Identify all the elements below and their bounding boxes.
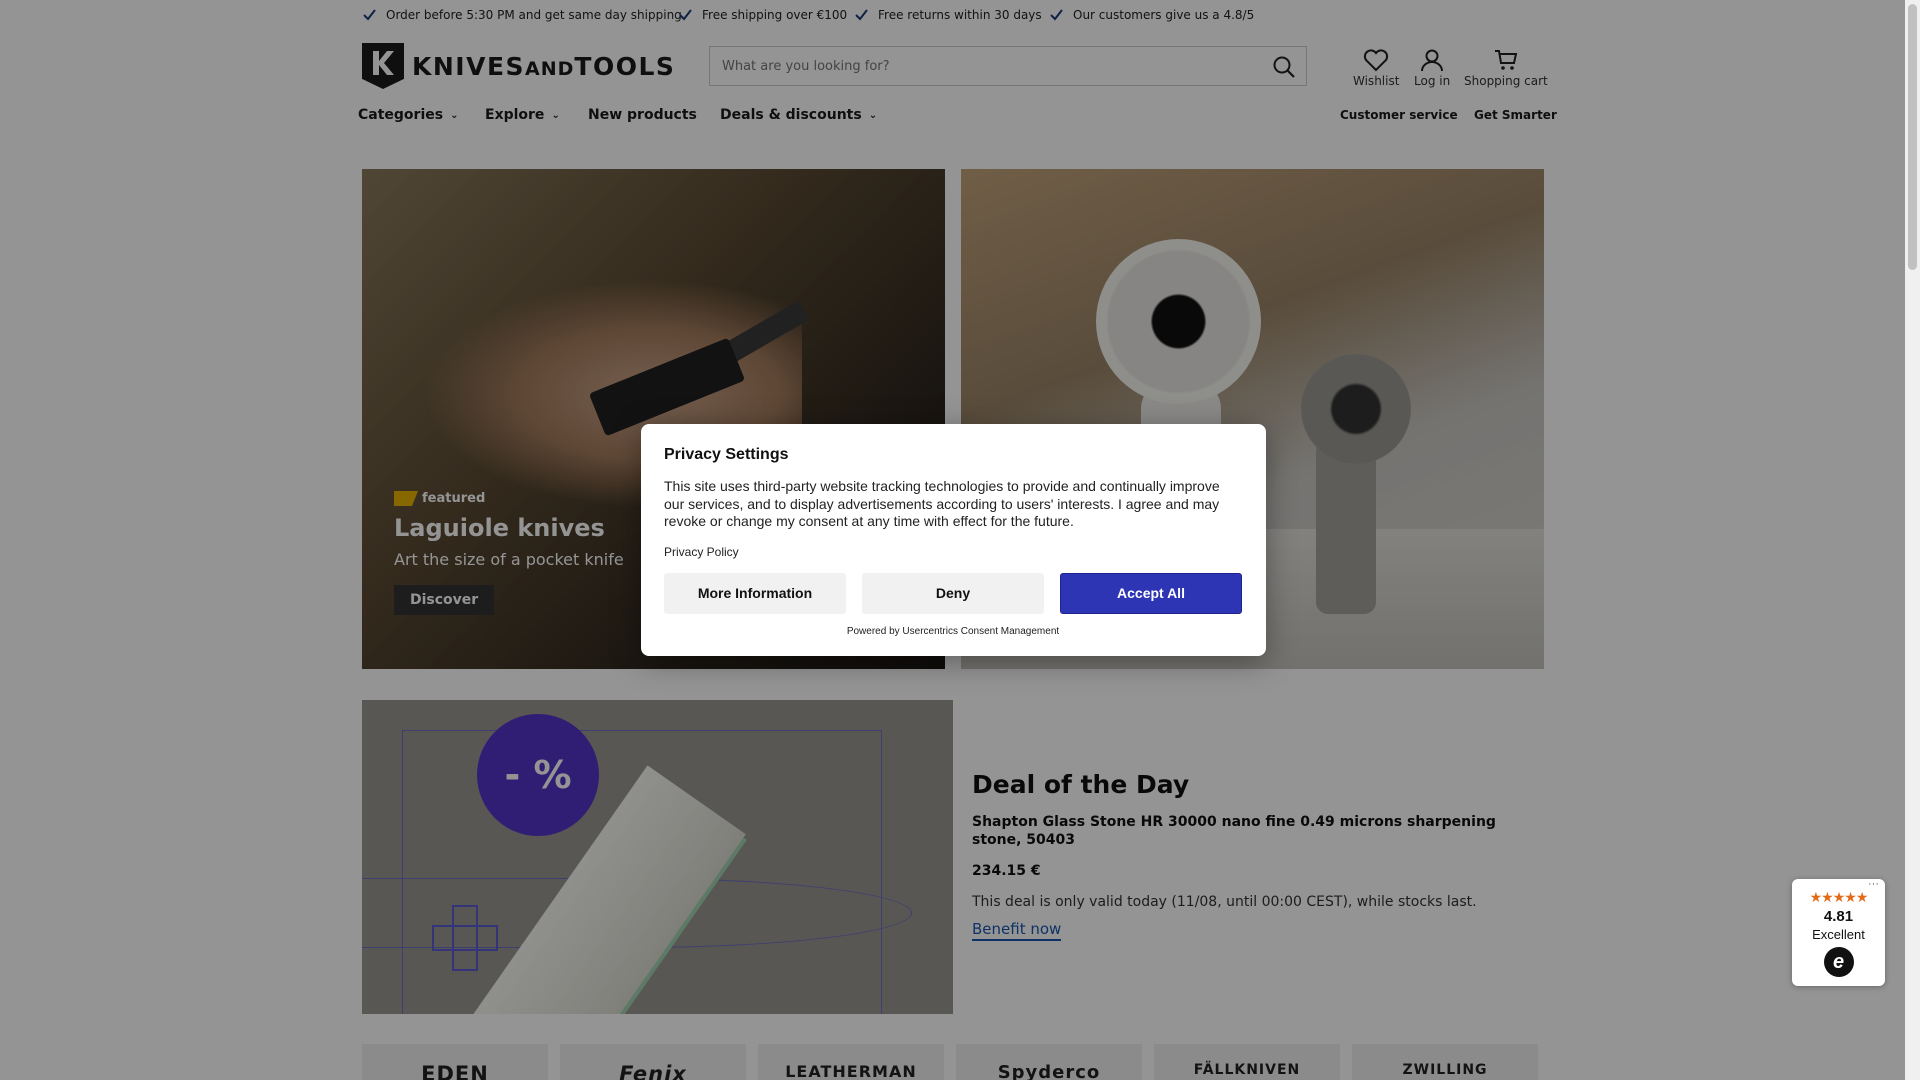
powered-by-text: Powered by Usercentrics Consent Manageme… <box>846 625 1060 637</box>
privacy-buttons: More Information Deny Accept All <box>664 572 1242 614</box>
rating-stars: ★★★★★ <box>1809 889 1869 905</box>
rating-label: Excellent <box>1812 927 1865 942</box>
accept-all-button[interactable]: Accept All <box>1060 572 1242 614</box>
privacy-title: Privacy Settings <box>664 446 789 463</box>
more-options-icon[interactable]: ··· <box>1868 878 1879 890</box>
rating-score: 4.81 <box>1823 908 1854 925</box>
trusted-shops-badge[interactable]: ··· ★★★★★ 4.81 Excellent e <box>1792 878 1885 986</box>
privacy-policy-link[interactable]: Privacy Policy <box>664 545 739 559</box>
privacy-settings-dialog: Privacy Settings This site uses third-pa… <box>641 424 1266 656</box>
page-scrollbar[interactable] <box>1905 0 1920 1080</box>
deny-button[interactable]: Deny <box>862 572 1044 614</box>
privacy-body: This site uses third-party website track… <box>664 478 1220 529</box>
more-information-button[interactable]: More Information <box>664 572 846 614</box>
trusted-shops-logo-icon: e <box>1823 947 1854 977</box>
scrollbar-thumb[interactable] <box>1908 4 1917 270</box>
